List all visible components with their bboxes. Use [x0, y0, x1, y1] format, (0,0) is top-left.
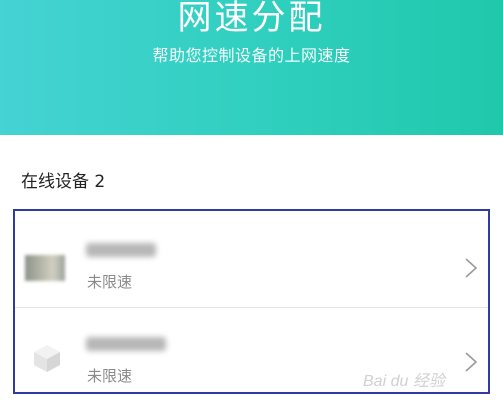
baidu-watermark: Bai du 经验 [363, 373, 445, 390]
chevron-right-icon [465, 352, 478, 372]
device-name-blurred [86, 337, 166, 351]
page-title: 网速分配 [177, 0, 326, 38]
row-divider [15, 307, 488, 308]
speed-limit-status: 未限速 [87, 273, 133, 291]
chevron-right-icon [465, 258, 478, 278]
device-row[interactable]: 未限速 [15, 217, 488, 307]
speed-limit-status: 未限速 [87, 367, 133, 385]
cube-icon [34, 345, 60, 372]
header-banner: 网速分配 帮助您控制设备的上网速度 [0, 0, 503, 135]
online-devices-heading: 在线设备 2 [21, 172, 106, 192]
page-subtitle: 帮助您控制设备的上网速度 [152, 46, 351, 65]
device-name-blurred [86, 243, 156, 257]
device-thumbnail-icon [25, 255, 65, 281]
